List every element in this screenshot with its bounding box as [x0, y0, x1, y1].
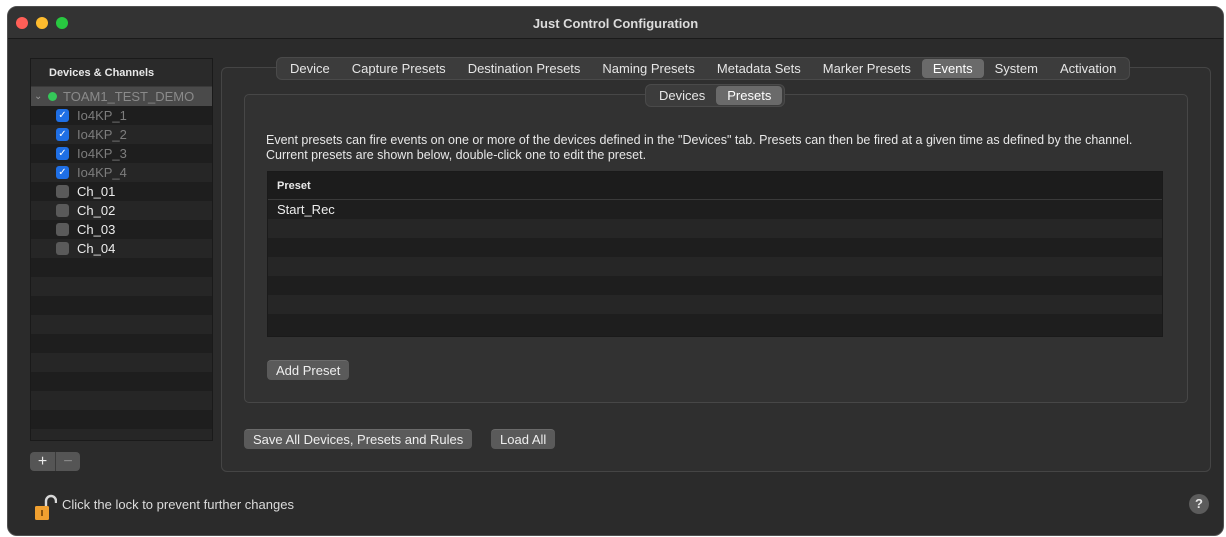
- empty-table-row[interactable]: [268, 314, 1162, 333]
- main-tab-bar: Device Capture Presets Destination Presets…: [276, 57, 1131, 80]
- channel-checkbox[interactable]: ✓: [56, 128, 69, 141]
- tab-device[interactable]: Device: [279, 59, 341, 78]
- channel-checkbox[interactable]: [56, 223, 69, 236]
- empty-table-row[interactable]: [268, 238, 1162, 257]
- channel-checkbox[interactable]: [56, 185, 69, 198]
- channel-row[interactable]: Ch_01: [31, 182, 212, 201]
- add-remove-group: + −: [30, 452, 80, 471]
- tab-metadata-sets[interactable]: Metadata Sets: [706, 59, 812, 78]
- status-dot-icon: [48, 92, 57, 101]
- channel-row[interactable]: Ch_03: [31, 220, 212, 239]
- channel-label: Io4KP_2: [77, 127, 127, 142]
- subtab-presets[interactable]: Presets: [716, 86, 783, 105]
- events-description: Event presets can fire events on one or …: [266, 133, 1133, 162]
- tab-destination-presets[interactable]: Destination Presets: [457, 59, 592, 78]
- channel-checkbox[interactable]: ✓: [56, 109, 69, 122]
- channel-row[interactable]: Ch_02: [31, 201, 212, 220]
- title-bar: Just Control Configuration: [8, 7, 1223, 39]
- empty-list-row: [31, 334, 212, 353]
- device-name: TOAM1_TEST_DEMO: [63, 89, 195, 104]
- empty-list-row: [31, 315, 212, 334]
- empty-list-row: [31, 391, 212, 410]
- channel-label: Io4KP_4: [77, 165, 127, 180]
- preset-row[interactable]: Start_Rec: [268, 200, 1162, 219]
- channel-label: Io4KP_1: [77, 108, 127, 123]
- tab-activation[interactable]: Activation: [1049, 59, 1127, 78]
- remove-device-button[interactable]: −: [55, 452, 80, 471]
- save-all-button[interactable]: Save All Devices, Presets and Rules: [244, 429, 473, 449]
- empty-list-row: [31, 353, 212, 372]
- empty-table-row[interactable]: [268, 219, 1162, 238]
- channel-label: Ch_04: [77, 241, 116, 256]
- tab-events[interactable]: Events: [921, 59, 984, 78]
- channel-row[interactable]: ✓ Io4KP_1: [31, 106, 212, 125]
- subtab-devices[interactable]: Devices: [648, 86, 716, 105]
- channel-row[interactable]: ✓ Io4KP_2: [31, 125, 212, 144]
- tab-naming-presets[interactable]: Naming Presets: [591, 59, 705, 78]
- help-button[interactable]: ?: [1189, 494, 1209, 514]
- app-window: Just Control Configuration Devices & Cha…: [7, 6, 1224, 536]
- channel-checkbox[interactable]: [56, 242, 69, 255]
- add-preset-button[interactable]: Add Preset: [267, 360, 350, 380]
- channel-label: Ch_01: [77, 184, 116, 199]
- channel-row[interactable]: Ch_04: [31, 239, 212, 258]
- empty-list-row: [31, 258, 212, 277]
- empty-list-row: [31, 372, 212, 391]
- channel-row[interactable]: ✓ Io4KP_3: [31, 144, 212, 163]
- channel-checkbox[interactable]: ✓: [56, 147, 69, 160]
- empty-list-row: [31, 277, 212, 296]
- empty-table-row[interactable]: [268, 257, 1162, 276]
- channel-label: Ch_02: [77, 203, 116, 218]
- add-device-button[interactable]: +: [30, 452, 55, 471]
- load-all-button[interactable]: Load All: [491, 429, 556, 449]
- lock-icon[interactable]: [33, 493, 58, 521]
- lock-hint-text: Click the lock to prevent further change…: [62, 497, 294, 512]
- events-subtab-bar: Devices Presets: [645, 84, 786, 107]
- empty-table-row[interactable]: [268, 276, 1162, 295]
- channel-row[interactable]: ✓ Io4KP_4: [31, 163, 212, 182]
- device-row[interactable]: ⌄ TOAM1_TEST_DEMO: [31, 87, 212, 106]
- channel-label: Io4KP_3: [77, 146, 127, 161]
- empty-table-row[interactable]: [268, 295, 1162, 314]
- tab-capture-presets[interactable]: Capture Presets: [341, 59, 457, 78]
- presets-table[interactable]: Preset Start_Rec: [267, 171, 1163, 337]
- preset-column-header[interactable]: Preset: [268, 172, 1162, 200]
- devices-channels-list[interactable]: Devices & Channels ⌄ TOAM1_TEST_DEMO ✓ Io4K…: [30, 58, 213, 441]
- channel-checkbox[interactable]: [56, 204, 69, 217]
- window-title: Just Control Configuration: [532, 16, 699, 31]
- disclosure-chevron-icon[interactable]: ⌄: [34, 87, 42, 106]
- empty-list-row: [31, 410, 212, 429]
- empty-list-row: [31, 429, 212, 440]
- tab-marker-presets[interactable]: Marker Presets: [812, 59, 922, 78]
- sidebar-header: Devices & Channels: [31, 59, 212, 87]
- channel-checkbox[interactable]: ✓: [56, 166, 69, 179]
- empty-list-row: [31, 296, 212, 315]
- tab-system[interactable]: System: [984, 59, 1049, 78]
- channel-label: Ch_03: [77, 222, 116, 237]
